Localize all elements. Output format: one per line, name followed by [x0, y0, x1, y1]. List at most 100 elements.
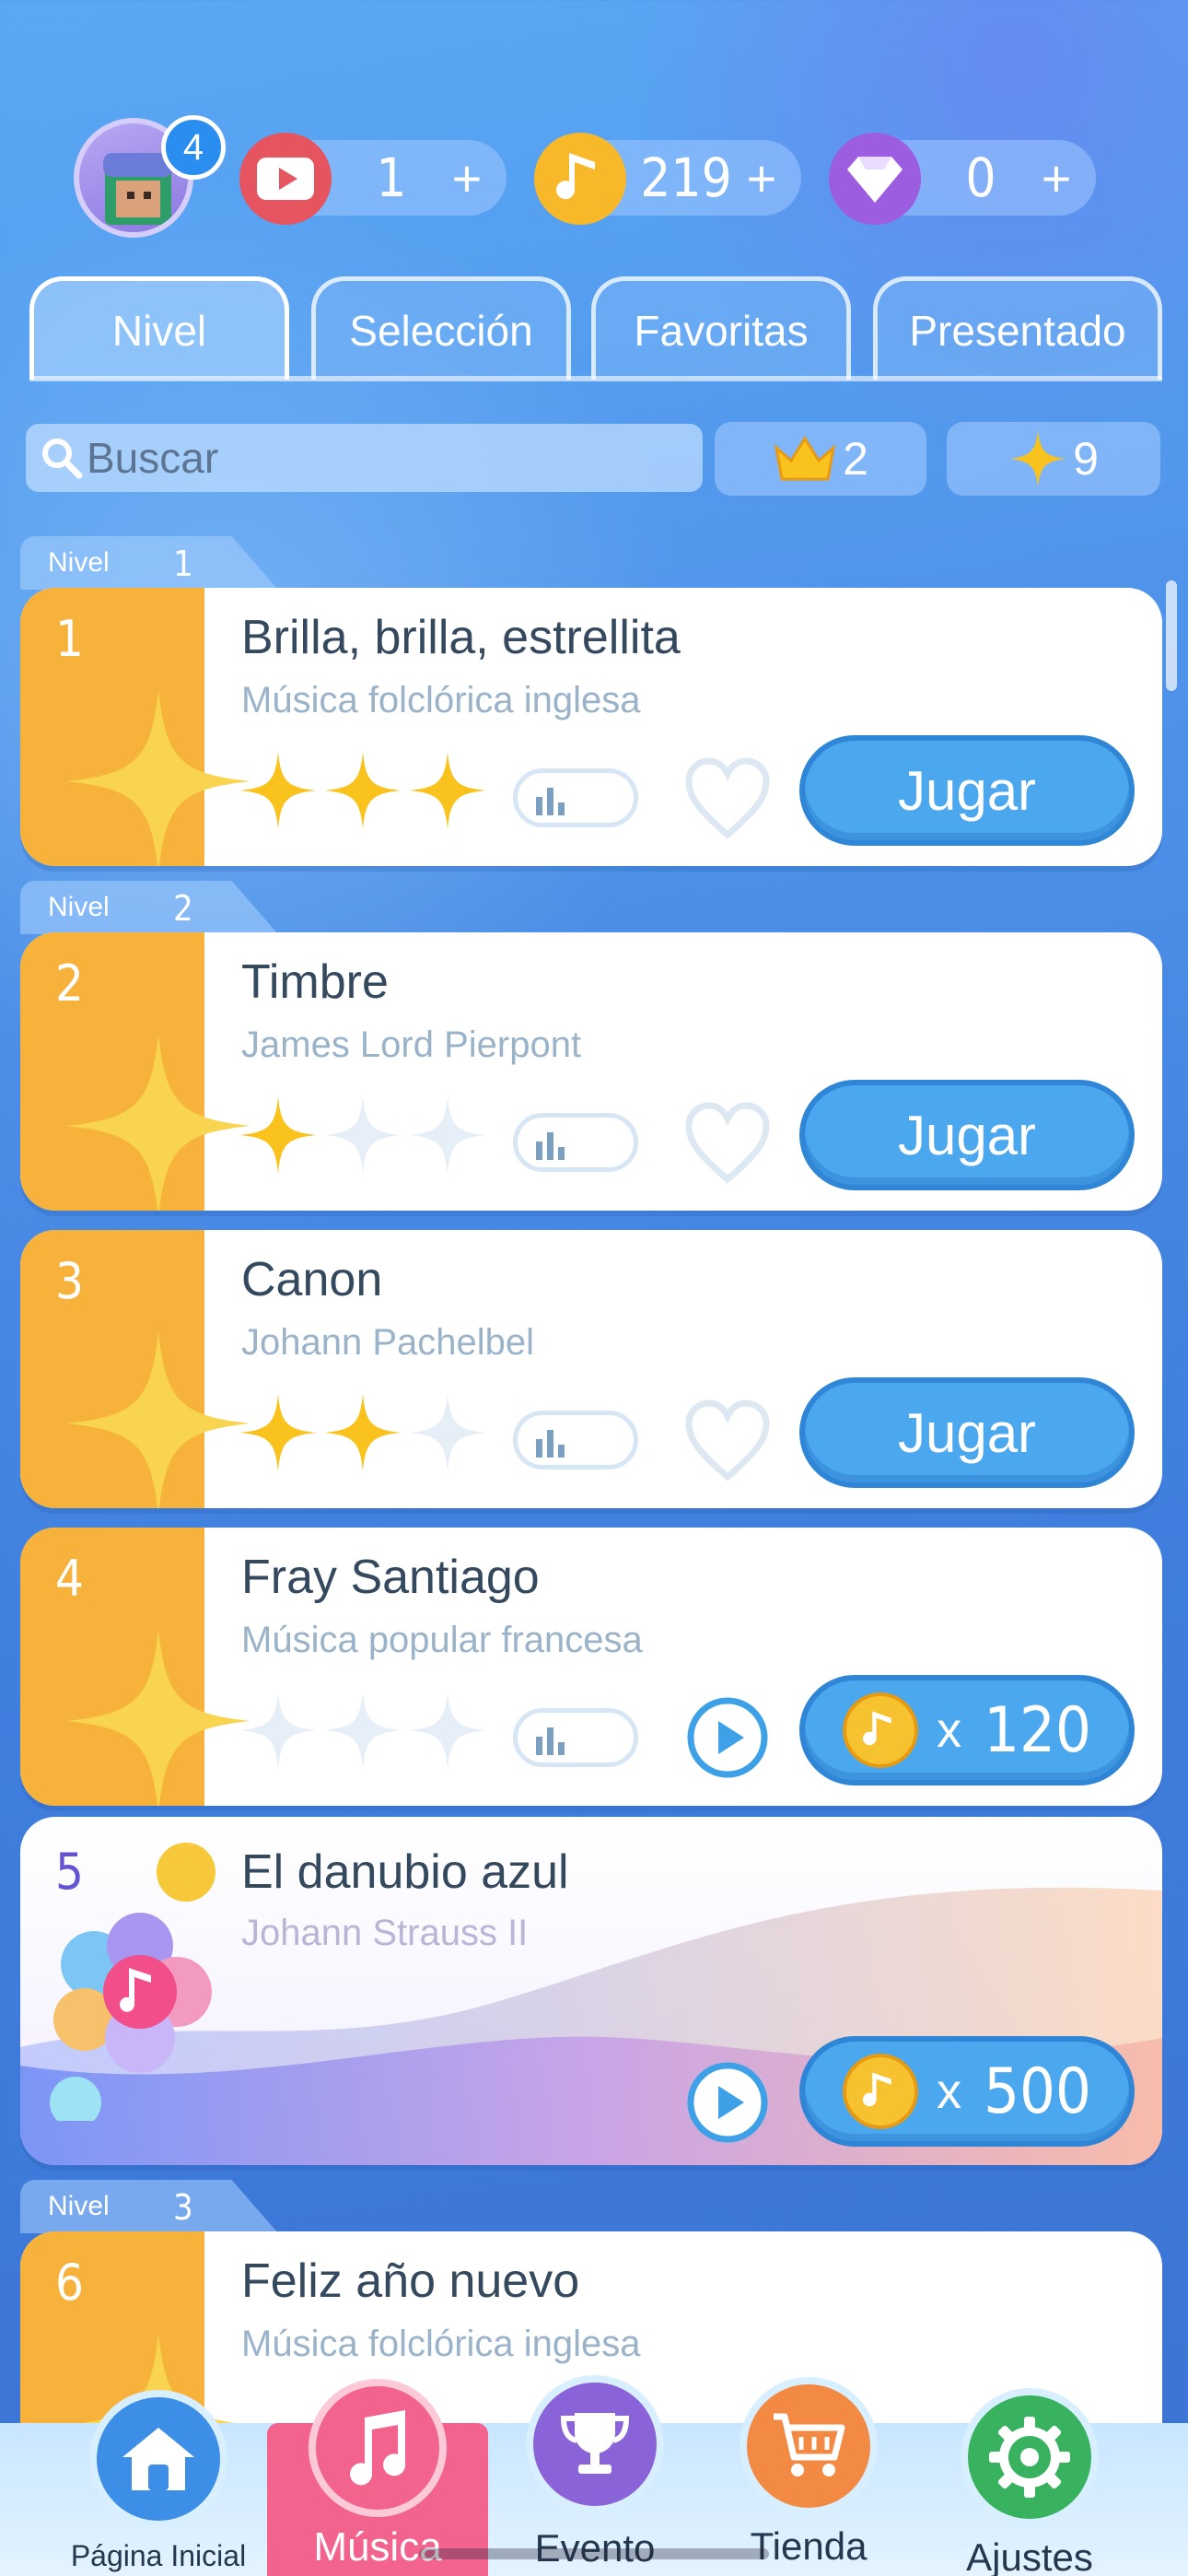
tab-nivel[interactable]: Nivel	[29, 276, 289, 380]
star-empty-icon	[239, 1692, 317, 1769]
level-header: Nivel 3	[20, 2180, 278, 2233]
tab-presentado[interactable]: Presentado	[873, 276, 1162, 380]
song-title: Fray Santiago	[241, 1551, 540, 1604]
star-empty-icon	[324, 1096, 402, 1174]
bar-chart-icon	[536, 1132, 565, 1160]
price-multiplier: x	[937, 2064, 962, 2119]
currency-bar: 4 1 + 219 + 0 +	[0, 0, 1188, 267]
diamonds-add-button[interactable]: +	[1033, 140, 1079, 216]
buy-button[interactable]: x 500	[799, 2036, 1135, 2147]
star-filled-icon	[324, 1394, 402, 1471]
song-thumbnail	[20, 1528, 250, 1806]
song-number: 4	[55, 1550, 84, 1608]
ticket-video-icon	[239, 133, 332, 225]
diamonds-pill[interactable]: 0 +	[829, 133, 1096, 225]
bar-chart-icon	[536, 1727, 565, 1755]
play-button[interactable]: Jugar	[799, 735, 1135, 846]
song-card-featured[interactable]: 5 El danubio azul Johann Strauss II x 50…	[20, 1817, 1162, 2165]
notes-value: 219	[640, 146, 732, 209]
search-bar[interactable]	[26, 424, 703, 492]
star-filled-icon	[409, 752, 486, 829]
star-empty-icon	[409, 1096, 486, 1174]
song-card[interactable]: 4 Fray Santiago Música popular francesa …	[20, 1528, 1162, 1806]
song-list[interactable]: Nivel 1 1 Brilla, brilla, estrellita Mús…	[0, 534, 1188, 2515]
play-button[interactable]: Jugar	[799, 1080, 1135, 1190]
crowns-counter[interactable]: 2	[715, 422, 926, 496]
sparkle-icon	[66, 689, 250, 866]
heart-icon[interactable]	[681, 1098, 774, 1187]
song-number: 1	[55, 610, 84, 668]
song-card[interactable]: 2 Timbre James Lord Pierpont Jugar	[20, 932, 1162, 1211]
song-number: 2	[55, 954, 84, 1013]
sparkle-icon	[66, 1034, 250, 1211]
buy-button[interactable]: x 120	[799, 1675, 1135, 1786]
music-note-coin-icon	[843, 2054, 919, 2129]
song-artist: Johann Strauss II	[241, 1913, 529, 1953]
song-title: Canon	[241, 1253, 383, 1306]
song-card[interactable]: 3 Canon Johann Pachelbel Jugar	[20, 1230, 1162, 1508]
sparkle-icon	[66, 1629, 250, 1806]
song-artist: Música folclórica inglesa	[241, 2324, 641, 2364]
song-thumbnail	[20, 932, 250, 1211]
heart-icon[interactable]	[681, 1396, 774, 1484]
song-title: Timbre	[241, 955, 389, 1009]
notes-pill[interactable]: 219 +	[534, 133, 801, 225]
nav-label: Tienda	[750, 2524, 868, 2568]
star-filled-icon	[239, 1394, 317, 1471]
song-rating	[232, 1684, 508, 1786]
search-icon	[42, 439, 83, 479]
difficulty-button[interactable]	[513, 1708, 638, 1767]
tickets-pill[interactable]: 1 +	[239, 133, 507, 225]
scrollbar[interactable]	[1166, 580, 1177, 691]
music-note-coin-icon	[534, 133, 626, 225]
song-artist: Johann Pachelbel	[241, 1322, 535, 1363]
song-title: El danubio azul	[241, 1845, 569, 1899]
notes-add-button[interactable]: +	[739, 140, 785, 216]
tickets-add-button[interactable]: +	[444, 140, 490, 216]
stars-counter[interactable]: 9	[947, 422, 1160, 496]
price-multiplier: x	[937, 1703, 962, 1758]
crowns-value: 2	[843, 433, 868, 485]
song-card[interactable]: 1 Brilla, brilla, estrellita Música folc…	[20, 588, 1162, 866]
tab-favoritas[interactable]: Favoritas	[591, 276, 851, 380]
star-empty-icon	[409, 1394, 486, 1471]
song-title: Brilla, brilla, estrellita	[241, 611, 681, 664]
level-header: Nivel 2	[20, 881, 278, 934]
sparkle-icon	[66, 1331, 250, 1508]
level-header: Nivel 1	[20, 536, 278, 590]
bar-chart-icon	[536, 1430, 565, 1458]
music-note-icon	[309, 2379, 447, 2517]
diamond-icon	[829, 133, 921, 225]
difficulty-button[interactable]	[513, 1411, 638, 1469]
song-artist: James Lord Pierpont	[241, 1025, 582, 1065]
notification-badge: 4	[161, 115, 226, 180]
song-rating	[232, 744, 508, 846]
heart-icon[interactable]	[681, 754, 774, 842]
song-number: 5	[55, 1843, 84, 1901]
nav-label: Ajustes	[966, 2535, 1093, 2576]
preview-play-icon[interactable]	[683, 2058, 772, 2147]
level-label: Nivel	[48, 547, 110, 578]
level-label: Nivel	[48, 892, 110, 922]
play-button[interactable]: Jugar	[799, 1377, 1135, 1488]
difficulty-button[interactable]	[513, 768, 638, 827]
star-empty-icon	[409, 1692, 486, 1769]
nav-settings[interactable]: Ajustes	[919, 2388, 1140, 2576]
preview-play-icon[interactable]	[683, 1693, 772, 1782]
trophy-icon	[526, 2375, 664, 2513]
song-number: 3	[55, 1252, 84, 1310]
bar-chart-icon	[536, 788, 565, 815]
level-number: 2	[173, 888, 193, 929]
crown-icon	[774, 436, 836, 481]
difficulty-button[interactable]	[513, 1113, 638, 1172]
nav-home[interactable]: Página Inicial	[48, 2390, 269, 2576]
music-note-coin-icon	[843, 1692, 919, 1768]
tabs-divider	[29, 376, 1162, 381]
price-value: 500	[984, 2055, 1091, 2128]
category-tabs: Nivel Selección Favoritas Presentado	[29, 276, 1162, 382]
star-filled-icon	[239, 1096, 317, 1174]
tab-seleccion[interactable]: Selección	[311, 276, 571, 380]
search-input[interactable]	[87, 424, 685, 492]
price-value: 120	[984, 1693, 1091, 1767]
home-indicator	[419, 2548, 769, 2559]
